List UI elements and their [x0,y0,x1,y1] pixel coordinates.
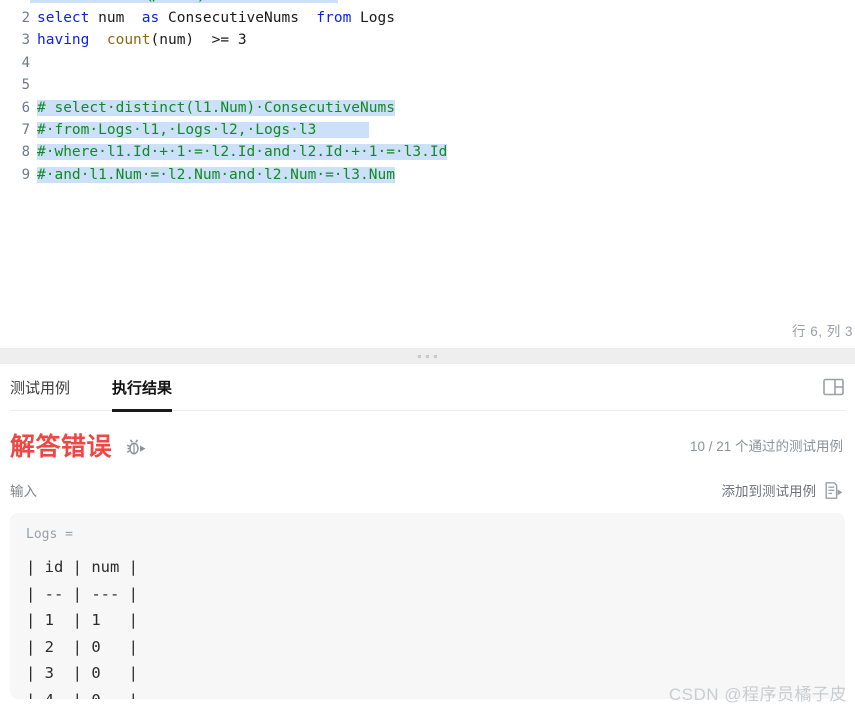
leetcode-editor-page: 1 # select distinct(p.Num) ConsecutiveNu… [0,0,855,713]
input-data-row: | 2 | 0 | [26,637,138,656]
code-token: count [106,32,151,49]
layout-panel-icon[interactable] [823,377,845,397]
line-number: 7 [21,121,30,138]
code-token: 3 [237,32,247,49]
verdict-text: 解答错误 [10,433,113,461]
file-run-icon [824,481,843,500]
code-line-text: # select distinct(p.Num) ConsecutiveNums [30,0,339,3]
code-line-text: select num as ConsecutiveNums from Logs [30,7,395,29]
bug-run-icon[interactable] [125,437,147,459]
code-line[interactable]: 5 [0,74,855,96]
test-cases-count: 10 / 21 个通过的测试用例 [690,435,845,455]
code-line-text: #·where·l1.Id·+·1·=·l2.Id·and·l2.Id·+·1·… [30,141,448,163]
code-token: having [37,32,90,49]
code-line[interactable]: 4 [0,52,855,74]
code-token: Logs [351,10,395,26]
code-editor-pane[interactable]: 1 # select distinct(p.Num) ConsecutiveNu… [0,0,855,348]
input-data-title: Logs = [26,527,73,542]
verdict-row: 解答错误 10 / 21 个通过的测试用例 [10,411,845,461]
drag-dots-icon [418,354,437,358]
input-data-row: | 1 | 1 | [26,611,138,629]
code-token: #·where·l1.Id·+·1·=·l2.Id·and·l2.Id·+·1·… [37,144,448,161]
line-number: 4 [21,54,30,71]
code-token: select [37,10,90,26]
input-data-box[interactable]: Logs = | id | num | | -- | --- | | 1 | 1 |… [10,513,845,699]
add-to-test-cases-button[interactable]: 添加到测试用例 [722,480,846,500]
input-data-row: | id | num | [26,558,138,576]
input-data-row: | 3 | 0 | [26,664,138,682]
line-number: 8 [21,144,30,161]
code-line[interactable]: 2 select num as ConsecutiveNums from Logs [0,7,855,29]
result-tabbar: 测试用例 执行结果 [10,364,845,412]
code-line[interactable]: 6 # select·distinct(l1.Num)·ConsecutiveNu… [0,97,855,119]
line-number: 1 [0,0,30,1]
code-token [316,121,369,138]
pane-resize-handle[interactable] [0,348,855,364]
code-line[interactable]: 3 having count(num) >= 3 [0,29,855,51]
input-data-rows: | id | num | | -- | --- | | 1 | 1 | | 2 | 0… [26,554,829,699]
cursor-position-indicator: 行 6, 列 3 [791,324,853,339]
line-number: 9 [21,166,30,183]
code-token: #·and·l1.Num·=·l2.Num·and·l2.Num·=·l3.Nu… [37,166,395,183]
line-number: 2 [21,10,30,26]
code-token: from [316,10,352,26]
input-label: 输入 [10,484,37,499]
input-data-row: | 4 | 0 | [26,687,829,700]
code-token: as [141,10,160,26]
code-token: ConsecutiveNums [159,10,317,26]
code-token: #·from·Logs·l1,·Logs·l2,·Logs·l3 [37,121,317,138]
code-token: # select·distinct(l1.Num)·ConsecutiveNum… [37,99,395,116]
clipped-first-code-line: 1 # select distinct(p.Num) ConsecutiveNu… [0,0,855,7]
input-data-row: | -- | --- | [26,584,138,603]
code-line-text: having count(num) >= 3 [30,29,247,51]
code-line[interactable]: 7 #·from·Logs·l1,·Logs·l2,·Logs·l3 [0,119,855,141]
line-number: 5 [21,77,30,94]
line-number: 3 [21,32,30,49]
cases-passed-number: 10 / 21 [689,439,732,454]
code-line-text: #·from·Logs·l1,·Logs·l2,·Logs·l3 [30,119,369,141]
cases-passed-suffix: 个通过的测试用例 [735,439,843,454]
code-line-text: #·and·l1.Num·=·l2.Num·and·l2.Num·=·l3.Nu… [30,164,395,186]
line-number: 6 [21,99,30,116]
code-line[interactable]: 8 #·where·l1.Id·+·1·=·l2.Id·and·l2.Id·+·1… [0,141,855,163]
code-token: >= [211,32,238,49]
code-token: num [89,10,142,26]
code-line-text: # select·distinct(l1.Num)·ConsecutiveNum… [30,97,395,119]
result-tab-0[interactable]: 测试用例 [10,364,70,411]
input-header-row: 输入 添加到测试用例 [10,479,845,501]
code-lines[interactable]: 2 select num as ConsecutiveNums from Logs… [0,7,855,186]
code-line[interactable]: 9 #·and·l1.Num·=·l2.Num·and·l2.Num·=·l3.N… [0,164,855,186]
code-token: (num) [150,32,212,49]
result-pane: 测试用例 执行结果 解答错误 10 / 21 个通过的测试用例 输入 添加到测试… [0,364,855,713]
result-tab-1[interactable]: 执行结果 [112,364,173,412]
add-to-test-cases-label: 添加到测试用例 [721,484,817,499]
